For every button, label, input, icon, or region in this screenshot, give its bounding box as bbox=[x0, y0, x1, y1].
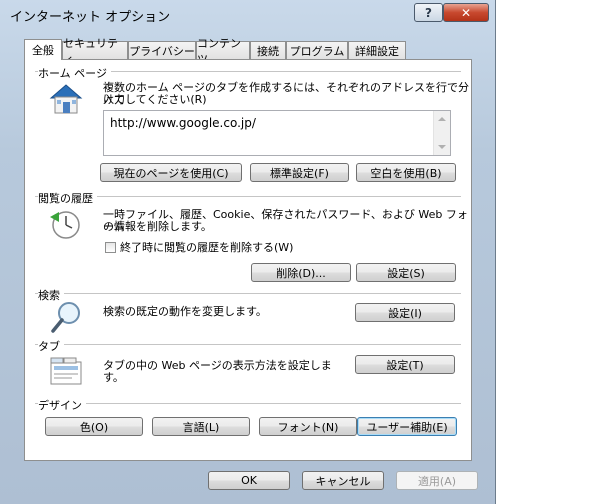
tab-security[interactable]: セキュリティ bbox=[62, 37, 128, 66]
tab-label: 詳細設定 bbox=[355, 44, 399, 58]
design-section-label: デザイン bbox=[38, 397, 86, 413]
section-divider bbox=[35, 196, 461, 197]
internet-options-dialog: インターネット オプション ? ✕ 全般 セキュリティ プライバシー コンテンツ… bbox=[0, 0, 496, 504]
magnifier-icon bbox=[51, 302, 80, 333]
tabs-section-label: タブ bbox=[38, 338, 64, 354]
home-page-url-input[interactable]: http://www.google.co.jp/ bbox=[103, 110, 451, 156]
use-default-button[interactable]: 標準設定(F) bbox=[250, 163, 349, 182]
tabs-settings-button[interactable]: 設定(T) bbox=[355, 355, 455, 374]
home-page-description-2: 入力してください(R) bbox=[103, 93, 207, 106]
tab-connections[interactable]: 接続 bbox=[250, 41, 286, 59]
history-settings-button[interactable]: 設定(S) bbox=[356, 263, 456, 282]
delete-history-button[interactable]: 削除(D)... bbox=[251, 263, 351, 282]
button-label: 現在のページを使用(C) bbox=[113, 166, 229, 180]
fonts-button[interactable]: フォント(N) bbox=[259, 417, 357, 436]
section-divider bbox=[35, 293, 461, 294]
button-label: フォント(N) bbox=[277, 420, 339, 434]
scroll-up-icon[interactable] bbox=[438, 117, 446, 121]
general-tab-panel: ホーム ページ 複数のホーム ページのタブを作成するには、それぞれのアドレスを行… bbox=[24, 59, 472, 461]
button-label: 空白を使用(B) bbox=[370, 166, 442, 180]
delete-on-exit-label[interactable]: 終了時に閲覧の履歴を削除する(W) bbox=[120, 242, 293, 254]
cancel-button[interactable]: キャンセル bbox=[302, 471, 384, 490]
use-current-button[interactable]: 現在のページを使用(C) bbox=[100, 163, 242, 182]
section-divider bbox=[35, 403, 461, 404]
button-label: 色(O) bbox=[79, 420, 109, 434]
scroll-down-icon[interactable] bbox=[438, 145, 446, 149]
home-page-url-value: http://www.google.co.jp/ bbox=[110, 116, 256, 130]
close-icon: ✕ bbox=[460, 5, 472, 20]
button-label: 標準設定(F) bbox=[270, 166, 329, 180]
help-button[interactable]: ? bbox=[414, 3, 443, 22]
button-label: 適用(A) bbox=[417, 474, 457, 488]
colors-button[interactable]: 色(O) bbox=[45, 417, 143, 436]
section-divider bbox=[35, 344, 461, 345]
tab-privacy[interactable]: プライバシー bbox=[128, 41, 196, 59]
window-title: インターネット オプション bbox=[10, 10, 171, 25]
search-settings-button[interactable]: 設定(I) bbox=[355, 303, 455, 322]
history-section-label: 閲覧の履歴 bbox=[38, 190, 97, 206]
apply-button[interactable]: 適用(A) bbox=[396, 471, 478, 490]
ok-button[interactable]: OK bbox=[208, 471, 290, 490]
url-scrollbar[interactable] bbox=[433, 111, 450, 155]
tab-general[interactable]: 全般 bbox=[24, 39, 62, 60]
history-icon bbox=[50, 211, 80, 239]
title-bar[interactable]: インターネット オプション ? ✕ bbox=[0, 0, 496, 28]
languages-button[interactable]: 言語(L) bbox=[152, 417, 250, 436]
delete-on-exit-checkbox[interactable] bbox=[105, 242, 116, 253]
search-description: 検索の既定の動作を変更します。 bbox=[103, 305, 267, 318]
tabs-description: タブの中の Web ページの表示方法を設定しま bbox=[103, 359, 332, 372]
history-description-2: の情報を削除します。 bbox=[103, 220, 212, 233]
tabs-description-2: す。 bbox=[103, 371, 124, 384]
button-label: OK bbox=[241, 474, 257, 487]
tab-label: 全般 bbox=[32, 44, 54, 57]
use-blank-button[interactable]: 空白を使用(B) bbox=[356, 163, 456, 182]
tab-label: プログラム bbox=[289, 44, 345, 58]
tabs-icon bbox=[50, 357, 82, 385]
button-label: ユーザー補助(E) bbox=[366, 420, 448, 434]
button-label: 設定(T) bbox=[386, 358, 424, 372]
tab-label: 接続 bbox=[257, 44, 279, 58]
tab-advanced[interactable]: 詳細設定 bbox=[348, 41, 406, 59]
tab-programs[interactable]: プログラム bbox=[286, 41, 348, 59]
tab-label: プライバシー bbox=[129, 44, 195, 58]
button-label: 設定(I) bbox=[388, 306, 422, 320]
house-icon bbox=[49, 84, 83, 114]
help-icon: ? bbox=[425, 5, 432, 20]
home-page-section-label: ホーム ページ bbox=[38, 65, 111, 81]
button-label: キャンセル bbox=[315, 474, 371, 488]
button-label: 削除(D)... bbox=[276, 266, 326, 280]
tab-content[interactable]: コンテンツ bbox=[196, 37, 250, 66]
accessibility-button[interactable]: ユーザー補助(E) bbox=[357, 417, 457, 436]
close-button[interactable]: ✕ bbox=[443, 3, 489, 22]
button-label: 設定(S) bbox=[387, 266, 425, 280]
button-label: 言語(L) bbox=[182, 420, 220, 434]
